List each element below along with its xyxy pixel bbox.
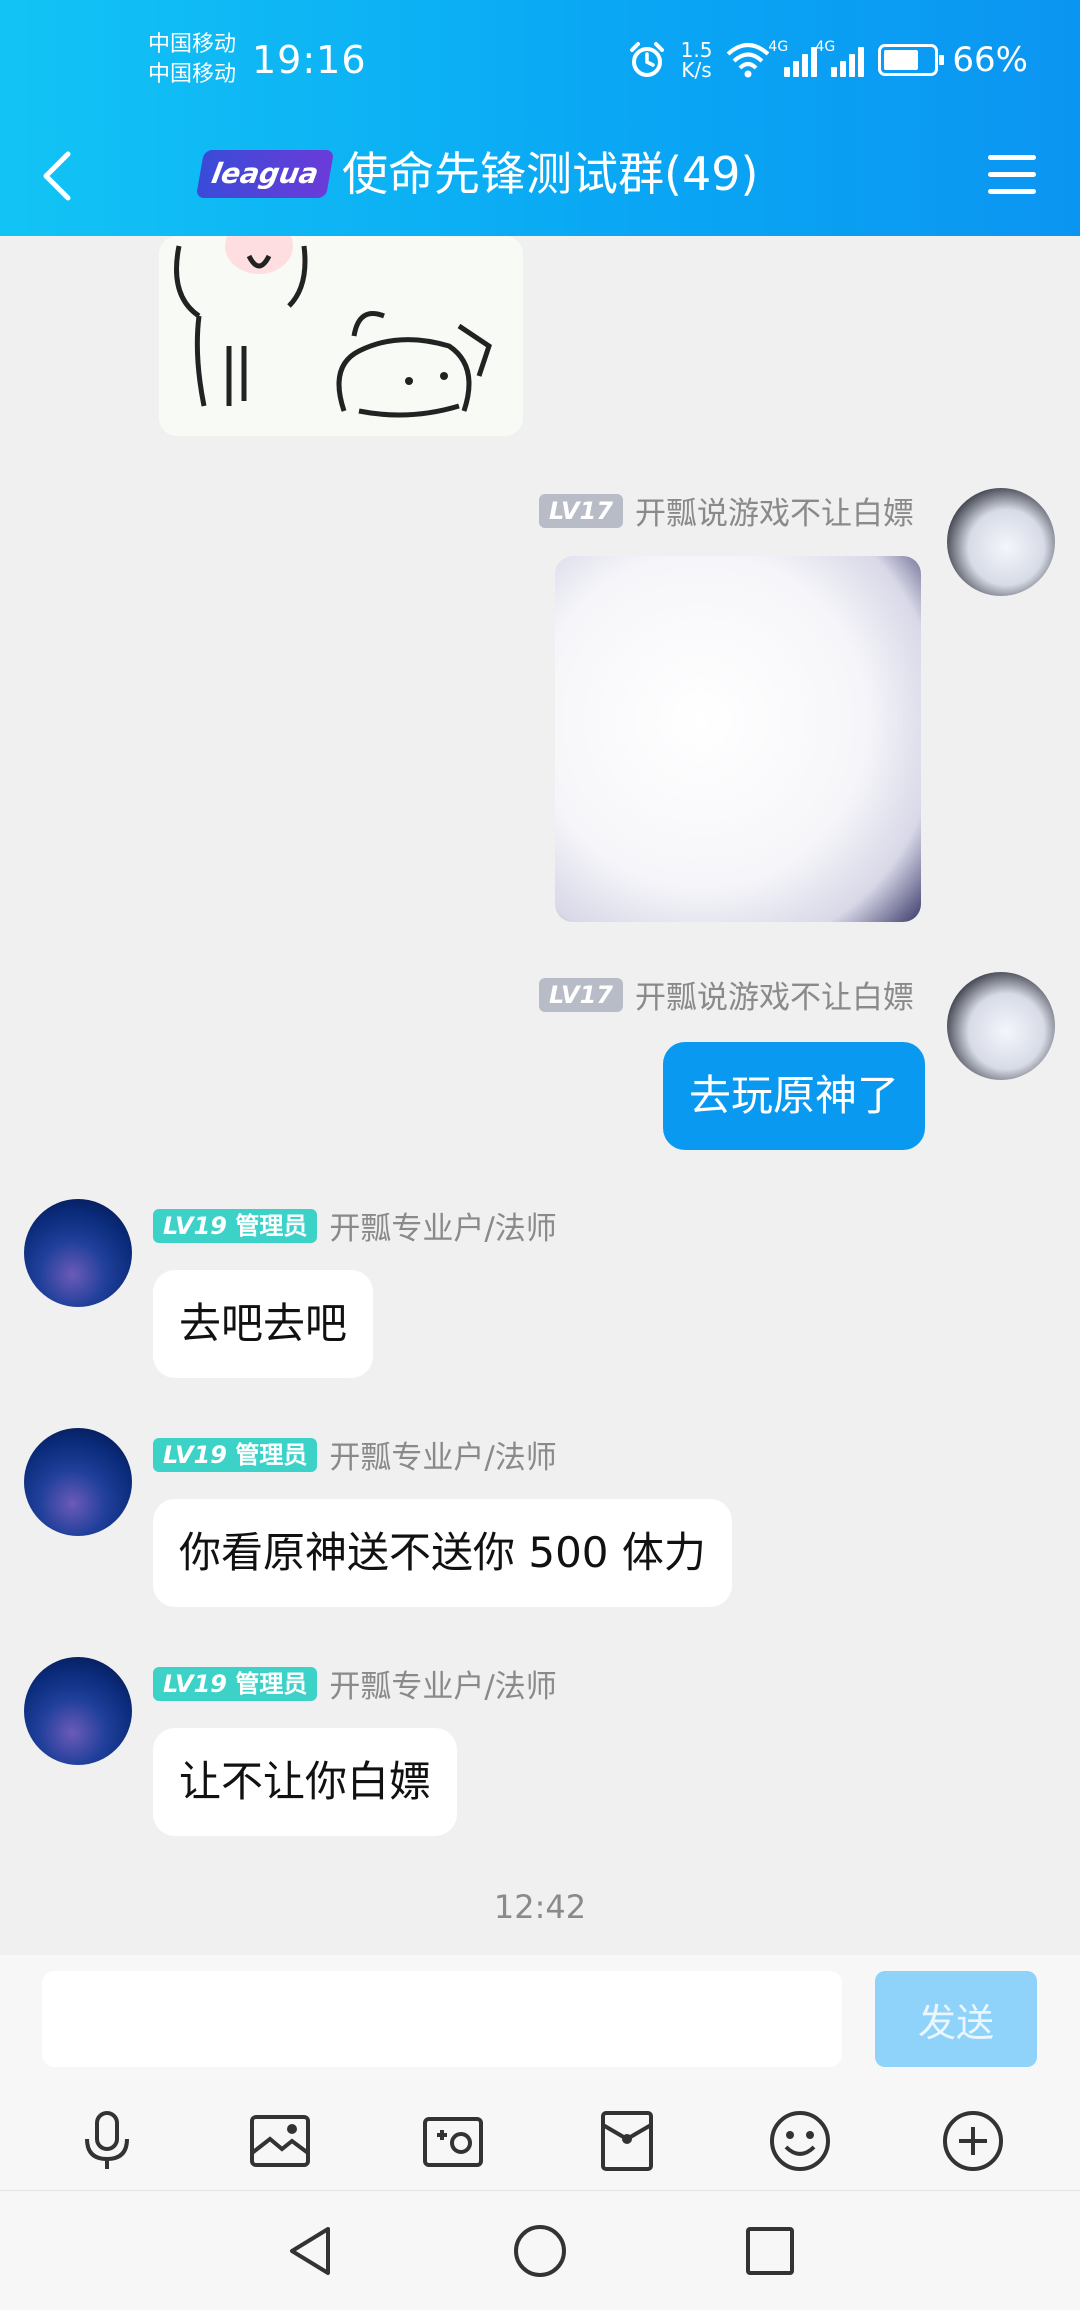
message-bubble[interactable]: 让不让你白嫖 — [153, 1728, 458, 1836]
microphone-icon[interactable] — [71, 2105, 143, 2177]
avatar[interactable] — [24, 1657, 132, 1765]
sender-meta: LV19 管理员 开瓢专业户/法师 — [153, 1203, 557, 1248]
level-badge: LV19 管理员 — [153, 1437, 318, 1472]
home-circle-icon[interactable] — [510, 2221, 570, 2281]
sender-meta: LV17 开瓢说游戏不让白嫖 — [539, 488, 914, 533]
message-input[interactable] — [42, 1971, 842, 2067]
status-icons: 1.5 K/s 4G 4G 66% — [627, 38, 1028, 82]
camera-icon[interactable] — [417, 2105, 489, 2177]
red-packet-icon[interactable] — [591, 2105, 663, 2177]
signal-icon: 4G — [768, 39, 818, 77]
level-badge: LV17 — [539, 493, 623, 528]
level-badge: LV19 管理员 — [153, 1208, 318, 1243]
carrier-1: 中国移动 — [148, 32, 237, 57]
chat-title[interactable]: 使命先锋测试群(49) — [342, 144, 758, 204]
sender-name[interactable]: 开瓢专业户/法师 — [329, 1661, 556, 1706]
sticker-message[interactable] — [159, 236, 523, 436]
sender-meta: LV17 开瓢说游戏不让白嫖 — [539, 972, 914, 1017]
plus-icon[interactable] — [937, 2105, 1009, 2177]
sender-meta: LV19 管理员 开瓢专业户/法师 — [153, 1432, 557, 1477]
message-timestamp: 12:42 — [493, 1888, 587, 1926]
network-speed: 1.5 K/s — [680, 38, 713, 82]
avatar[interactable] — [947, 972, 1055, 1080]
image-icon[interactable] — [244, 2105, 316, 2177]
sender-name[interactable]: 开瓢专业户/法师 — [329, 1203, 556, 1248]
message-bubble[interactable]: 你看原神送不送你 500 体力 — [153, 1499, 732, 1607]
send-button[interactable]: 发送 — [875, 1971, 1037, 2067]
status-bar: 中国移动 中国移动 19:16 1.5 K/s 4G 4G 66% — [0, 0, 1080, 120]
avatar[interactable] — [947, 488, 1055, 596]
hamburger-menu-icon[interactable] — [984, 148, 1040, 204]
level-badge: LV17 — [539, 977, 623, 1012]
group-logo: leagua — [195, 150, 335, 198]
level-badge: LV19 管理员 — [153, 1666, 318, 1701]
alarm-icon — [629, 42, 664, 77]
recents-square-icon[interactable] — [740, 2221, 800, 2281]
message-bubble[interactable]: 去玩原神了 — [662, 1042, 925, 1150]
carrier-2: 中国移动 — [148, 62, 237, 87]
system-nav-bar — [0, 2190, 1080, 2310]
avatar[interactable] — [24, 1199, 132, 1307]
carrier-labels: 中国移动 中国移动 — [148, 30, 236, 90]
input-area: 发送 — [0, 1955, 1080, 2190]
title-bar: leagua 使命先锋测试群(49) — [0, 120, 1080, 236]
battery-level: 66% — [952, 40, 1028, 80]
chevron-left-icon[interactable] — [30, 146, 90, 206]
back-triangle-icon[interactable] — [280, 2221, 340, 2281]
sender-meta: LV19 管理员 开瓢专业户/法师 — [153, 1661, 557, 1706]
cartoon-sticker-image — [174, 236, 492, 418]
sender-name[interactable]: 开瓢说游戏不让白嫖 — [635, 488, 914, 533]
avatar[interactable] — [24, 1428, 132, 1536]
sticker-message[interactable] — [555, 556, 921, 922]
wifi-icon — [727, 43, 770, 78]
app-header: 中国移动 中国移动 19:16 1.5 K/s 4G 4G 66% leagua… — [0, 0, 1080, 236]
emoji-icon[interactable] — [764, 2105, 836, 2177]
status-time: 19:16 — [252, 38, 367, 82]
sender-name[interactable]: 开瓢说游戏不让白嫖 — [635, 972, 914, 1017]
sender-name[interactable]: 开瓢专业户/法师 — [329, 1432, 556, 1477]
input-toolbar — [0, 2095, 1080, 2187]
message-bubble[interactable]: 去吧去吧 — [153, 1270, 374, 1378]
battery-icon — [878, 44, 945, 76]
signal-icon-2: 4G — [815, 39, 865, 77]
